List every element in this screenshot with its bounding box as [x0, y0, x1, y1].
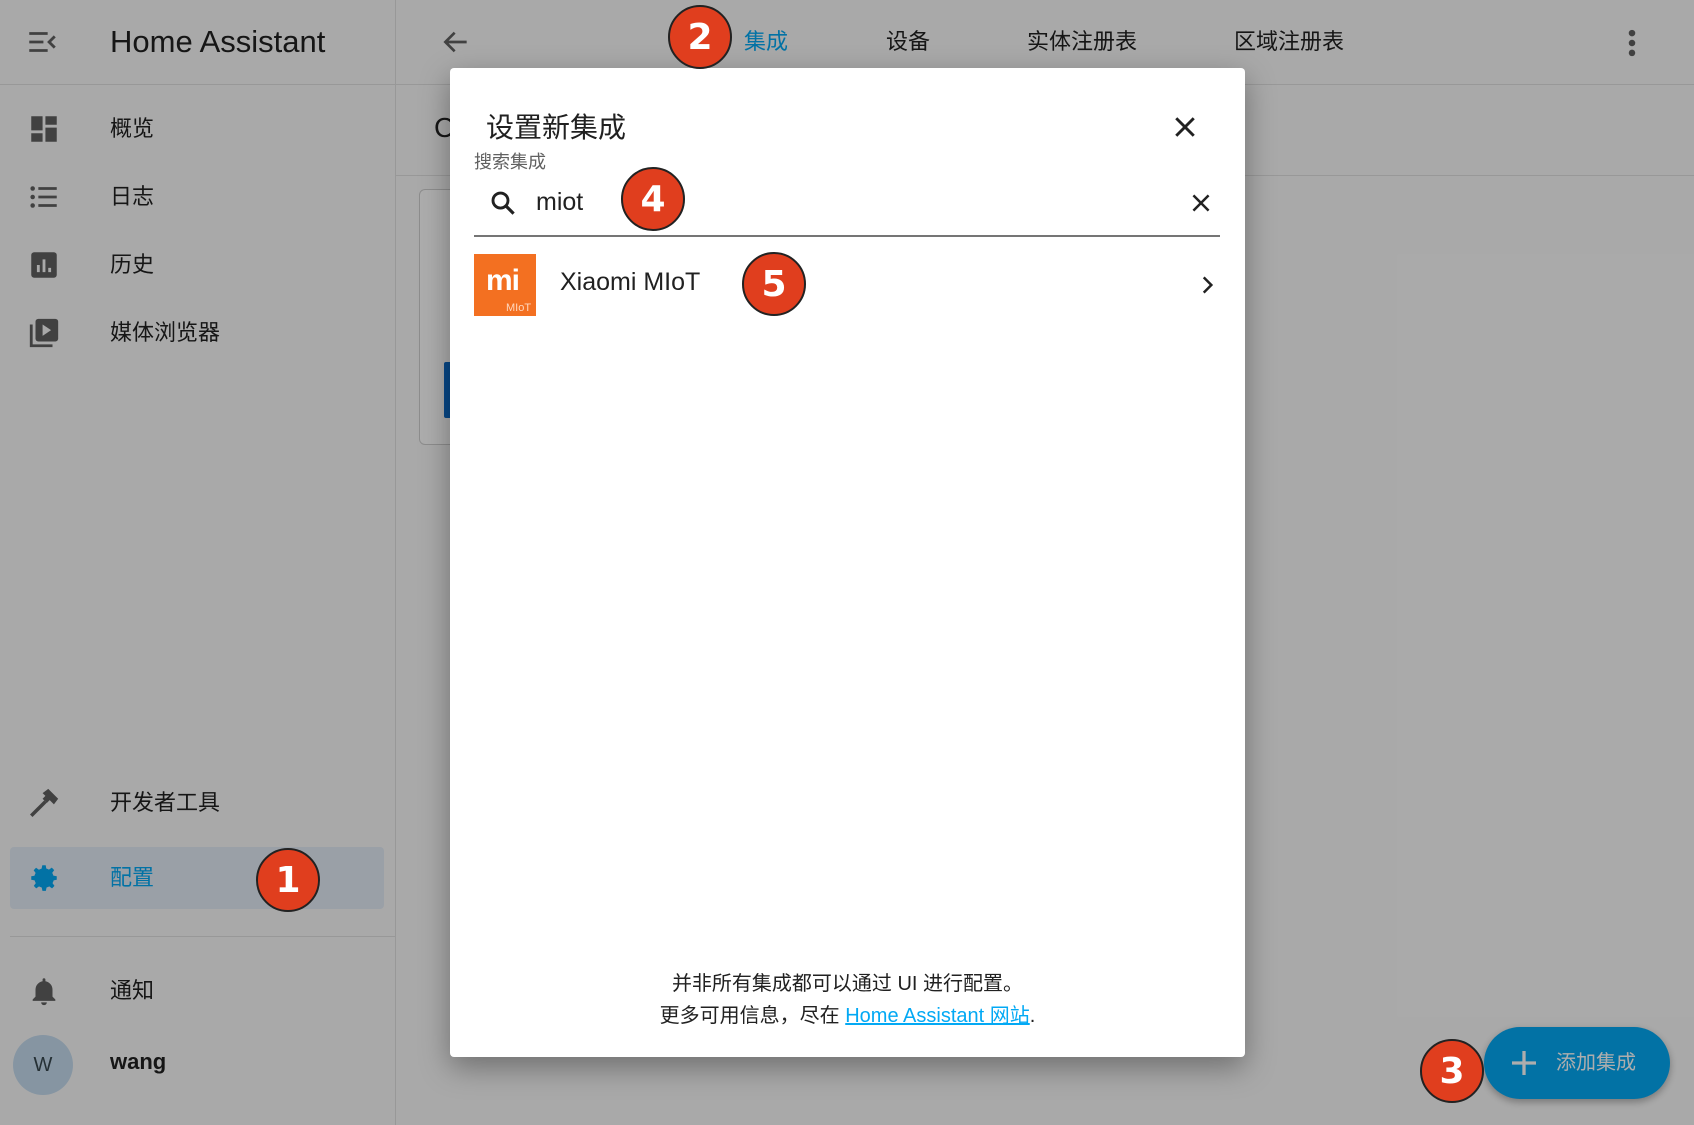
- logo-subtext: MIoT: [506, 302, 532, 314]
- home-assistant-website-link[interactable]: Home Assistant 网站: [845, 1005, 1030, 1027]
- footer-line-2-prefix: 更多可用信息，尽在: [659, 1005, 846, 1027]
- search-underline: [474, 235, 1220, 237]
- search-input[interactable]: miot: [536, 182, 583, 222]
- integration-name: Xiaomi MIoT: [560, 268, 701, 296]
- footer-line-2-suffix: .: [1029, 1005, 1036, 1027]
- step-badge-5: 5: [742, 252, 806, 316]
- step-badge-1: 1: [256, 848, 320, 912]
- xiaomi-miot-logo-icon: mi MIoT: [474, 254, 536, 316]
- step-badge-3: 3: [1420, 1039, 1484, 1103]
- clear-search-icon[interactable]: [1188, 190, 1214, 216]
- footer-line-2: 更多可用信息，尽在 Home Assistant 网站.: [450, 1000, 1245, 1032]
- search-label: 搜索集成: [474, 152, 546, 172]
- close-icon[interactable]: [1170, 112, 1200, 142]
- dialog-title: 设置新集成: [486, 112, 627, 143]
- setup-integration-dialog: 设置新集成 搜索集成 miot mi MIoT Xiaomi MIoT 并非所有…: [450, 68, 1245, 1057]
- dialog-footer-note: 并非所有集成都可以通过 UI 进行配置。 更多可用信息，尽在 Home Assi…: [450, 968, 1245, 1032]
- logo-text: mi: [486, 264, 520, 297]
- step-badge-2: 2: [668, 5, 732, 69]
- integration-result-xiaomi-miot[interactable]: mi MIoT Xiaomi MIoT: [474, 254, 1220, 320]
- chevron-right-icon: [1202, 276, 1214, 294]
- footer-line-1: 并非所有集成都可以通过 UI 进行配置。: [671, 973, 1024, 995]
- search-icon: [491, 191, 515, 215]
- step-badge-4: 4: [621, 167, 685, 231]
